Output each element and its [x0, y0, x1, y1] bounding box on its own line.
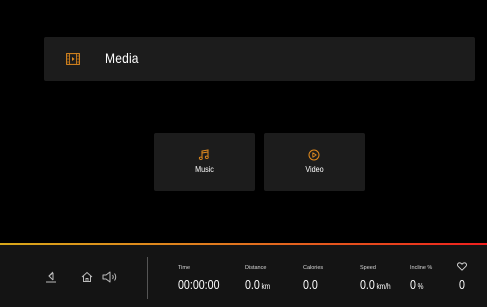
page-title: Media: [105, 50, 139, 66]
incline-label: Incline %: [410, 265, 433, 271]
vertical-divider: [147, 257, 148, 299]
incline-value: 0%: [410, 277, 424, 292]
media-player-icon: [66, 53, 80, 65]
volume-icon[interactable]: [101, 270, 119, 284]
distance-unit: km: [261, 282, 271, 291]
speed-label: Speed: [360, 265, 376, 271]
incline-unit: %: [417, 282, 424, 291]
distance-value: 0.0 km: [245, 277, 271, 292]
heart-rate-value: 0: [459, 277, 465, 292]
distance-label: Distance: [245, 265, 267, 271]
video-label: Video: [305, 165, 324, 174]
bottom-status-bar: Time 00:00:00 Distance 0.0 km Calories 0.…: [0, 245, 487, 307]
home-icon[interactable]: [80, 270, 94, 284]
video-tile[interactable]: Video: [264, 133, 365, 191]
calories-label: Calories: [303, 265, 324, 271]
time-value: 00:00:00: [178, 277, 220, 292]
music-tile[interactable]: Music: [154, 133, 255, 191]
speed-unit: km/h: [376, 282, 391, 291]
back-icon[interactable]: [44, 270, 58, 284]
play-circle-icon: [308, 149, 320, 161]
music-label: Music: [195, 165, 214, 174]
music-note-icon: [198, 149, 209, 160]
time-label: Time: [178, 265, 191, 271]
calories-value: 0.0: [303, 277, 318, 292]
header-bar: Media: [44, 37, 475, 81]
media-screen: Media Music Video Time 00:00:00 Distance…: [0, 0, 487, 307]
speed-value: 0.0 km/h: [360, 277, 391, 292]
heart-icon: [457, 262, 467, 271]
